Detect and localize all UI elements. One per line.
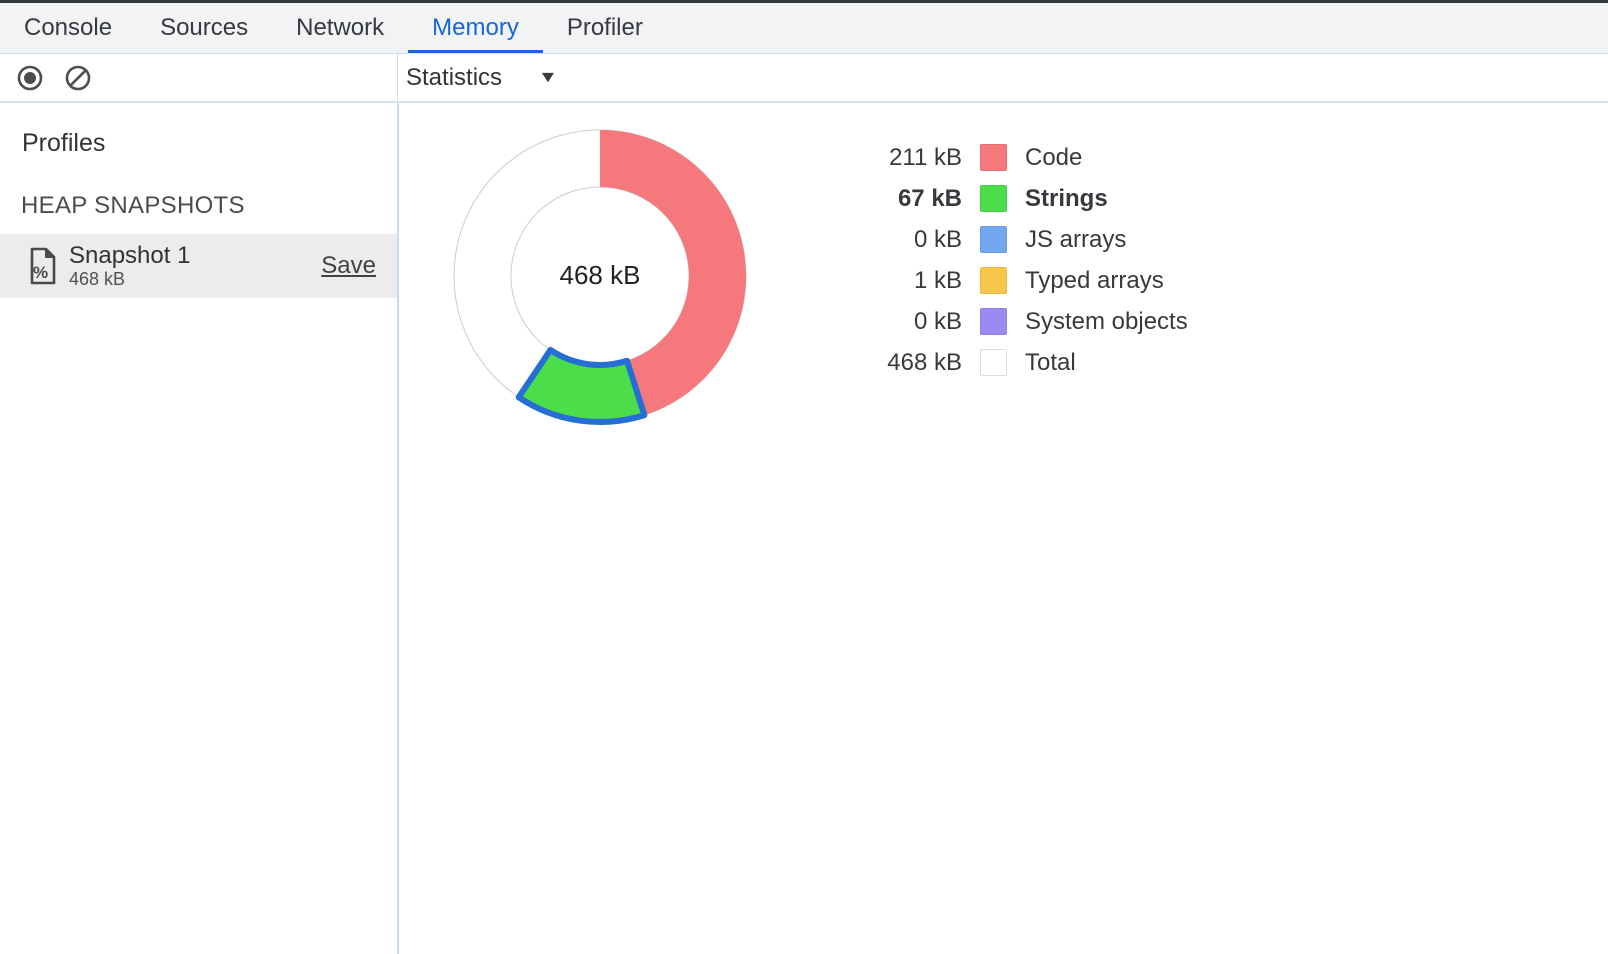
tab-memory[interactable]: Memory: [408, 3, 543, 53]
profile-actions-group: [0, 54, 398, 101]
legend-swatch-icon: [980, 185, 1007, 212]
legend-swatch-icon: [980, 144, 1007, 171]
legend-size: 468 kB: [852, 349, 962, 377]
memory-toolbar: Statistics ▼: [0, 54, 1608, 103]
panel-tab-bar: Console Sources Network Memory Profiler: [0, 3, 1608, 54]
tab-sources[interactable]: Sources: [136, 3, 272, 53]
legend-size: 0 kB: [852, 226, 962, 254]
profiles-sidebar: Profiles HEAP SNAPSHOTS % Snapshot 1 468…: [0, 103, 399, 954]
legend-size: 0 kB: [852, 308, 962, 336]
legend-swatch-icon: [980, 267, 1007, 294]
devtools-memory-panel: Console Sources Network Memory Profiler …: [0, 0, 1608, 954]
caret-down-icon: ▼: [538, 69, 559, 87]
legend-row-system-objects[interactable]: 0 kB System objects: [852, 301, 1188, 342]
legend-row-total[interactable]: 468 kB Total: [852, 342, 1188, 383]
perspective-group: Statistics ▼: [398, 54, 556, 101]
snapshot-list-item[interactable]: % Snapshot 1 468 kB Save: [0, 234, 397, 298]
legend-size: 211 kB: [852, 144, 962, 172]
legend-label: Code: [1025, 144, 1082, 172]
tab-network[interactable]: Network: [272, 3, 408, 53]
legend-swatch-icon: [980, 226, 1007, 253]
legend-size: 67 kB: [852, 185, 962, 213]
snapshot-info: Snapshot 1 468 kB: [69, 243, 190, 289]
perspective-select[interactable]: Statistics ▼: [406, 64, 556, 92]
legend-label: Strings: [1025, 185, 1108, 213]
snapshot-save-link[interactable]: Save: [321, 252, 376, 280]
legend-size: 1 kB: [852, 267, 962, 295]
legend-swatch-icon: [980, 349, 1007, 376]
legend-row-js-arrays[interactable]: 0 kB JS arrays: [852, 219, 1188, 260]
chart-legend: 211 kB Code 67 kB Strings 0 kB JS arrays 1 kB T…: [852, 137, 1188, 383]
panel-content: Profiles HEAP SNAPSHOTS % Snapshot 1 468…: [0, 103, 1608, 954]
legend-row-strings[interactable]: 67 kB Strings: [852, 178, 1188, 219]
record-heap-snapshot-icon[interactable]: [16, 64, 44, 92]
snapshot-size: 468 kB: [69, 269, 190, 289]
legend-row-code[interactable]: 211 kB Code: [852, 137, 1188, 178]
heap-snapshots-section-heading: HEAP SNAPSHOTS: [21, 192, 397, 220]
svg-text:%: %: [33, 263, 48, 282]
clear-profiles-icon[interactable]: [64, 64, 92, 92]
tab-console[interactable]: Console: [0, 3, 136, 53]
legend-label: JS arrays: [1025, 226, 1126, 254]
statistics-view: 468 kB 211 kB Code 67 kB Strings 0 kB JS arra…: [399, 103, 1608, 954]
heap-snapshot-file-icon: %: [29, 247, 57, 285]
heap-usage-donut-chart: 468 kB: [430, 106, 770, 446]
perspective-selected-value: Statistics: [406, 64, 502, 92]
legend-swatch-icon: [980, 308, 1007, 335]
tab-profiler[interactable]: Profiler: [543, 3, 667, 53]
legend-row-typed-arrays[interactable]: 1 kB Typed arrays: [852, 260, 1188, 301]
snapshot-title: Snapshot 1: [69, 243, 190, 269]
legend-label: Total: [1025, 349, 1076, 377]
profiles-heading: Profiles: [22, 129, 397, 158]
legend-label: System objects: [1025, 308, 1188, 336]
legend-label: Typed arrays: [1025, 267, 1164, 295]
donut-inner-ring: [511, 187, 689, 365]
